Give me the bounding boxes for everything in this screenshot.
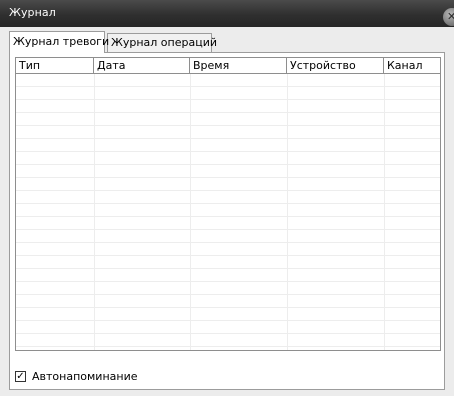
table-row: [16, 191, 440, 204]
table-row: [16, 347, 440, 350]
tab-operation-log[interactable]: Журнал операций: [107, 33, 217, 53]
table-row: [16, 126, 440, 139]
table-row: [16, 100, 440, 113]
tab-alarm-log[interactable]: Журнал тревоги: [9, 31, 109, 53]
table-row: [16, 74, 440, 87]
journal-window: Журнал ✕ Журнал тревоги Журнал операций …: [0, 0, 454, 396]
column-header-time[interactable]: Время: [190, 58, 287, 73]
table-header: Тип Дата Время Устройство Канал: [16, 58, 440, 74]
auto-remind-checkbox[interactable]: ✓: [15, 370, 26, 382]
table-row: [16, 230, 440, 243]
column-header-date[interactable]: Дата: [94, 58, 190, 73]
table-row: [16, 295, 440, 308]
table-row: [16, 204, 440, 217]
column-header-type[interactable]: Тип: [16, 58, 94, 73]
table-row: [16, 282, 440, 295]
table-row: [16, 178, 440, 191]
auto-remind-option[interactable]: ✓ Автонапоминание: [15, 369, 138, 383]
table-row: [16, 256, 440, 269]
table-row: [16, 139, 440, 152]
close-icon[interactable]: ✕: [443, 8, 454, 26]
table-row: [16, 269, 440, 282]
table-row: [16, 152, 440, 165]
table-row: [16, 217, 440, 230]
table-row: [16, 165, 440, 178]
window-title: Журнал: [9, 6, 56, 19]
tab-panel: Тип Дата Время Устройство Канал ✓ Автона…: [9, 52, 445, 390]
table-body: [16, 74, 440, 350]
title-bar[interactable]: Журнал ✕: [0, 0, 454, 27]
table-row: [16, 308, 440, 321]
table-row: [16, 321, 440, 334]
auto-remind-label: Автонапоминание: [32, 369, 138, 383]
log-table[interactable]: Тип Дата Время Устройство Канал: [15, 57, 441, 351]
table-row: [16, 243, 440, 256]
column-header-device[interactable]: Устройство: [287, 58, 384, 73]
table-row: [16, 113, 440, 126]
column-header-channel[interactable]: Канал: [384, 58, 440, 73]
table-row: [16, 87, 440, 100]
table-row: [16, 334, 440, 347]
